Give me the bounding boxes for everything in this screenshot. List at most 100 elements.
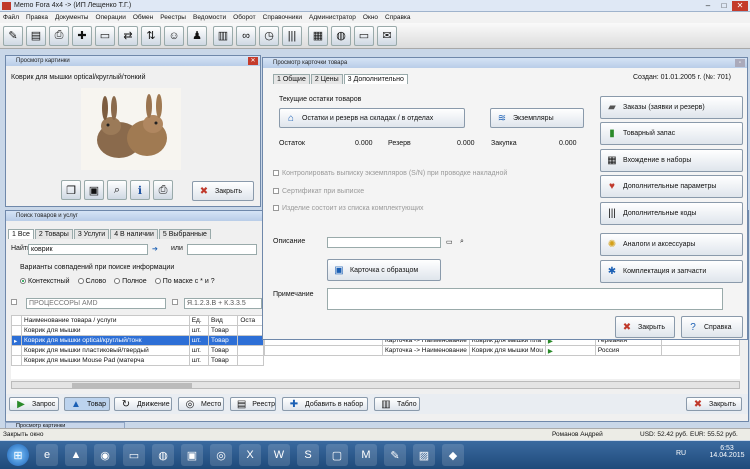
mail-icon[interactable]: ✉ [377, 25, 397, 46]
user-icon[interactable]: ☺ [164, 25, 184, 46]
orders-button[interactable]: ▰ Заказы (заявки и резерв) [600, 96, 743, 119]
chrome-icon[interactable]: ◎ [210, 444, 232, 466]
menu-file[interactable]: Файл [3, 14, 19, 21]
table-row[interactable]: Коврик для мышки шт. Товар [11, 325, 264, 336]
sets-button[interactable]: ▦ Вхождение в наборы [600, 149, 743, 172]
document-remove-icon[interactable]: ▭ [95, 25, 115, 46]
maximize-button[interactable]: □ [716, 1, 732, 11]
clock[interactable]: 6:53 14.04.2015 [707, 445, 747, 459]
transfer-icon[interactable]: ⇅ [141, 25, 161, 46]
columns-icon[interactable]: ▥ [213, 25, 233, 46]
tab-in-stock[interactable]: 4 В наличии [110, 229, 158, 239]
preview-close-icon[interactable]: ✕ [248, 57, 258, 65]
col-rest[interactable]: Оста [237, 315, 264, 326]
globe-icon[interactable]: ◍ [331, 25, 351, 46]
minimize-button[interactable]: – [700, 1, 716, 11]
search-icon[interactable]: ⌕ [460, 238, 464, 246]
scroll-thumb[interactable] [72, 383, 192, 388]
memo-icon[interactable]: M [355, 444, 377, 466]
note-input[interactable] [327, 288, 723, 310]
media-icon[interactable]: ◉ [94, 444, 116, 466]
register-button[interactable]: ▤ Реестр [230, 397, 276, 411]
copies-button[interactable]: ≋ Экземпляры [490, 108, 584, 128]
col-kind[interactable]: Вид [207, 315, 239, 326]
kit-button[interactable]: ✱ Комплектация и запчасти [600, 260, 743, 283]
firefox-icon[interactable]: ◍ [152, 444, 174, 466]
tab-prices[interactable]: 2 Цены [310, 74, 343, 84]
variant-word[interactable]: Слово [77, 278, 106, 285]
close-window-button[interactable]: ✕ [732, 1, 748, 11]
menu-turnover[interactable]: Оборот [233, 14, 255, 21]
group-checkbox[interactable] [11, 299, 20, 306]
menu-exchange[interactable]: Обмен [133, 14, 153, 21]
folder-icon[interactable]: ▭ [446, 238, 453, 246]
info-icon[interactable]: ℹ [130, 180, 150, 200]
movement-button[interactable]: ↻ Движение [114, 397, 172, 411]
menu-help[interactable]: Справка [385, 14, 411, 21]
start-icon[interactable]: ⊞ [7, 444, 29, 466]
binoculars-icon[interactable]: ∞ [236, 25, 256, 46]
browser-icon[interactable]: e [36, 444, 58, 466]
mask-checkbox[interactable] [172, 299, 181, 306]
preview-close-button[interactable]: ✖ Закрыть [192, 181, 254, 201]
find-input[interactable]: коврик [28, 244, 148, 255]
menu-registers[interactable]: Реестры [160, 14, 186, 21]
card-sample-button[interactable]: ▣ Карточка с образцом [327, 259, 441, 281]
table-row[interactable]: Карточка -> Наименование Коврик для мышки… [264, 345, 740, 356]
stock-supply-button[interactable]: ▮ Товарный запас [600, 122, 743, 145]
printer-icon[interactable]: ⎙ [49, 25, 69, 46]
col-name[interactable]: Наименование товара / услуги [21, 315, 190, 326]
tab-all[interactable]: 1 Все [8, 229, 34, 239]
folder-icon[interactable]: ▭ [123, 444, 145, 466]
barcode-icon[interactable]: ||| [282, 25, 302, 46]
excel-icon[interactable]: X [239, 444, 261, 466]
menu-edit[interactable]: Правка [26, 14, 48, 21]
menu-reports[interactable]: Ведомости [193, 14, 226, 21]
analogs-button[interactable]: ✺ Аналоги и аксессуары [600, 233, 743, 256]
app-extra-icon[interactable]: ◆ [442, 444, 464, 466]
check-components[interactable]: Изделие состоит из списка комплектующих [273, 205, 424, 212]
or-input[interactable] [187, 244, 257, 255]
variant-context[interactable]: Контекстный [20, 278, 70, 285]
clipboard-icon[interactable]: ▣ [84, 180, 104, 200]
lang-indicator[interactable]: RU [676, 450, 686, 457]
group-select[interactable]: ПРОЦЕССОРЫ AMD [26, 298, 166, 309]
chat-icon[interactable]: ▭ [354, 25, 374, 46]
arrow-right-icon[interactable]: ➔ [152, 245, 158, 253]
app-red-icon[interactable]: ▣ [181, 444, 203, 466]
tool-icon[interactable]: ✎ [384, 444, 406, 466]
exchange-icon[interactable]: ⇄ [118, 25, 138, 46]
menu-window[interactable]: Окно [363, 14, 378, 21]
menu-references[interactable]: Справочники [263, 14, 302, 21]
search-close-button[interactable]: ✖ Закрыть [686, 397, 742, 411]
word-icon[interactable]: W [268, 444, 290, 466]
card-close-button[interactable]: ✖ Закрыть [615, 316, 675, 338]
copy-icon[interactable]: ❐ [61, 180, 81, 200]
card-close-icon[interactable]: ▫ [735, 59, 745, 67]
place-button[interactable]: ◎ Место [178, 397, 224, 411]
tab-selected[interactable]: 5 Выбранные [158, 229, 211, 239]
print-icon[interactable]: ⎙ [153, 180, 173, 200]
board-button[interactable]: ▥ Табло [374, 397, 420, 411]
help-button[interactable]: ? Справка [681, 316, 743, 338]
clock-icon[interactable]: ◷ [259, 25, 279, 46]
skype-icon[interactable]: S [297, 444, 319, 466]
window-icon[interactable]: ▢ [326, 444, 348, 466]
document-add-icon[interactable]: ✚ [72, 25, 92, 46]
pictures-icon[interactable]: ▨ [413, 444, 435, 466]
extra-params-button[interactable]: ♥ Дополнительные параметры [600, 175, 743, 198]
menu-operations[interactable]: Операции [95, 14, 125, 21]
menu-admin[interactable]: Администратор [309, 14, 356, 21]
tab-general[interactable]: 1 Общие [273, 74, 310, 84]
check-serial[interactable]: Контролировать выписку экземпляров (S/N)… [273, 170, 507, 177]
extra-codes-button[interactable]: ||| Дополнительные коды [600, 202, 743, 225]
tab-services[interactable]: 3 Услуги [73, 229, 110, 239]
menu-documents[interactable]: Документы [55, 14, 89, 21]
description-input[interactable] [327, 237, 441, 248]
app-icon[interactable]: ▲ [65, 444, 87, 466]
users-icon[interactable]: ♟ [187, 25, 207, 46]
check-certificate[interactable]: Сертификат при выписке [273, 188, 364, 195]
zoom-icon[interactable]: ⌕ [107, 180, 127, 200]
variant-mask[interactable]: По маске с * и ? [154, 278, 215, 285]
mask-input[interactable]: Я.1.2.3.В + К.3.3.5 [184, 298, 262, 309]
